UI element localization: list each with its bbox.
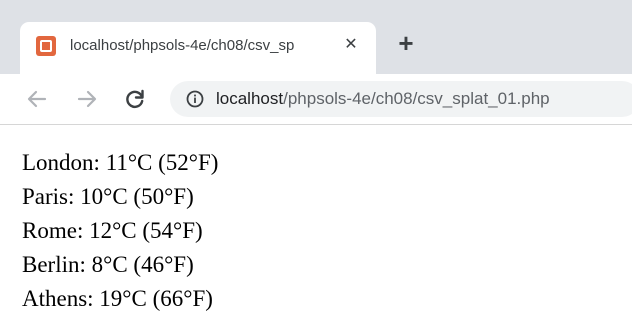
back-arrow-icon[interactable] [24,86,50,112]
xampp-favicon-icon [36,36,56,56]
reload-icon[interactable] [122,86,148,112]
city-temperature-line: Athens: 19°C (66°F) [22,286,213,311]
close-tab-icon[interactable]: ✕ [342,36,360,54]
tab-strip: localhost/phpsols-4e/ch08/csv_sp ✕ + [0,0,632,74]
tab-title: localhost/phpsols-4e/ch08/csv_sp [70,37,295,54]
city-temperature-line: Berlin: 8°C (46°F) [22,252,194,277]
city-temperature-line: London: 11°C (52°F) [22,150,219,175]
forward-arrow-icon[interactable] [74,86,100,112]
new-tab-button[interactable]: + [394,30,418,56]
url-host: localhost [216,89,284,108]
browser-toolbar: localhost/phpsols-4e/ch08/csv_splat_01.p… [0,74,632,125]
info-icon[interactable] [186,90,204,108]
page-content: London: 11°C (52°F) Paris: 10°C (50°F) R… [22,146,218,316]
city-temperature-line: Rome: 12°C (54°F) [22,218,203,243]
city-temperature-line: Paris: 10°C (50°F) [22,184,194,209]
address-bar[interactable]: localhost/phpsols-4e/ch08/csv_splat_01.p… [170,81,632,117]
browser-tab[interactable]: localhost/phpsols-4e/ch08/csv_sp ✕ [20,22,376,74]
url-path: /phpsols-4e/ch08/csv_splat_01.php [283,89,550,108]
url-text: localhost/phpsols-4e/ch08/csv_splat_01.p… [216,89,550,109]
